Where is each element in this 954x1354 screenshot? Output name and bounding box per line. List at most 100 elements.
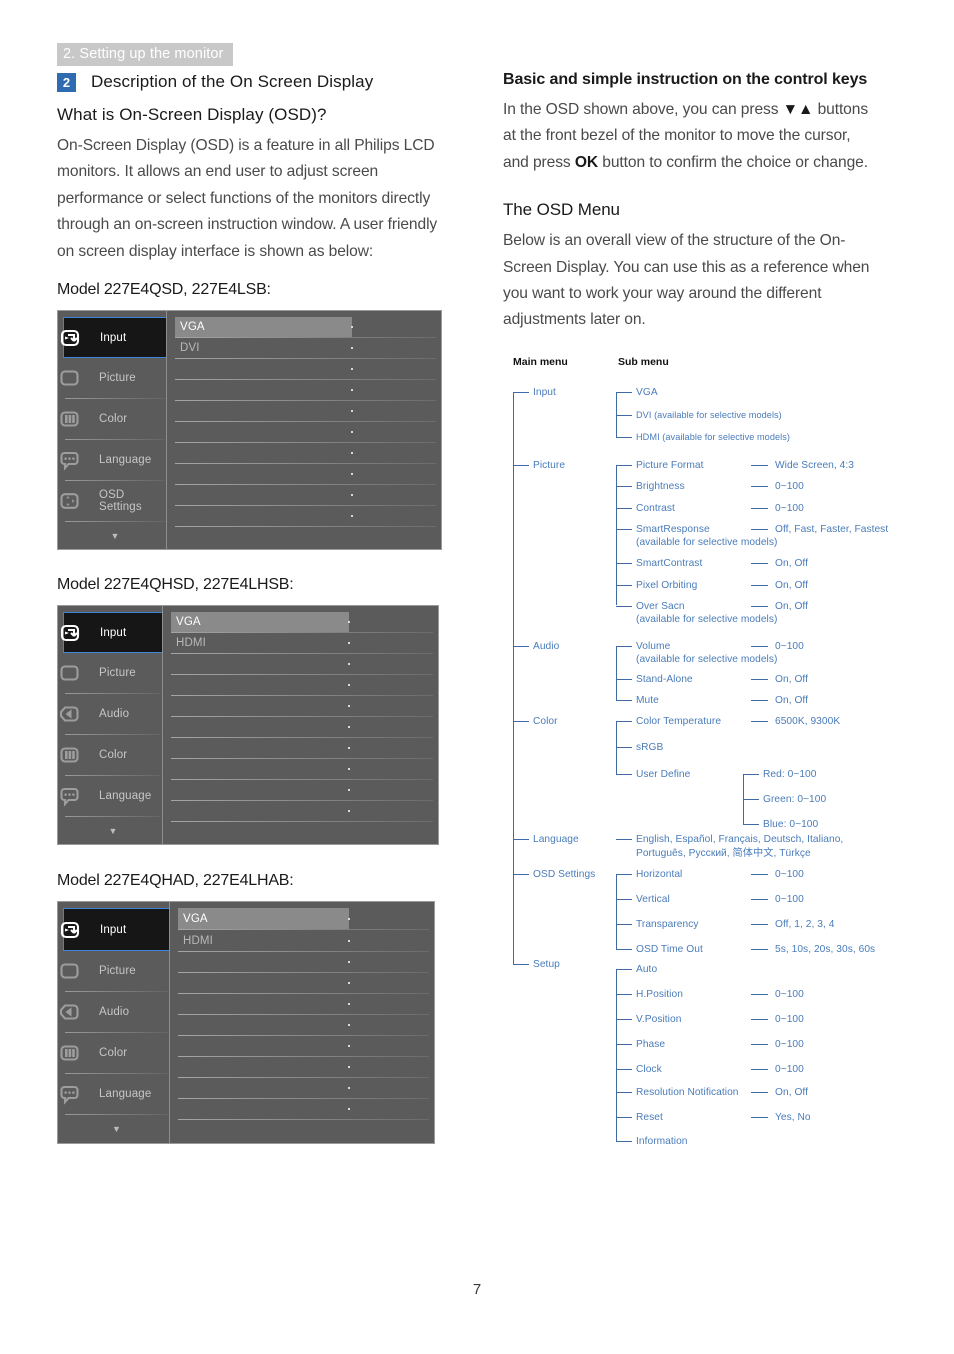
osd-panel-1[interactable]: Input Picture Color Language OSD Setting…	[57, 310, 442, 551]
osd3-row-empty[interactable]	[178, 994, 429, 1014]
osd2-scroll-down-icon[interactable]: ▼	[63, 817, 163, 836]
tree-val-widescreen: Wide Screen, 4:3	[775, 459, 854, 471]
osd3-row-empty[interactable]	[178, 1036, 429, 1056]
tree-sub-contrast: Contrast	[636, 502, 675, 514]
osd2-row-vga[interactable]: VGA	[171, 612, 433, 633]
tree-main-input: Input	[533, 386, 556, 398]
osd3-scroll-down-icon[interactable]: ▼	[63, 1115, 170, 1134]
osd2-nav-audio[interactable]: Audio	[59, 694, 163, 734]
osd-panel-2[interactable]: Input Picture Audio Color Language ▼ VGA…	[57, 605, 439, 846]
osd1-row-dot	[351, 326, 354, 329]
osd3-rowsep-9	[178, 1119, 429, 1121]
osd3-row-empty[interactable]	[178, 973, 429, 993]
osd1-row-empty[interactable]	[175, 401, 436, 421]
osd1-row-vga-label: VGA	[180, 321, 205, 334]
tree-osdsettings-sub-spine	[616, 873, 617, 949]
tree-sub-resolution-notification: Resolution Notification	[636, 1086, 739, 1098]
osd2-nav-input[interactable]: Input	[60, 612, 163, 654]
tree-main-language: Language	[533, 833, 579, 845]
osd1-nav-input[interactable]: Input	[60, 317, 167, 359]
osd1-nav-osd-settings[interactable]: OSD Settings	[60, 481, 167, 521]
osd1-nav-color[interactable]: Color	[60, 399, 167, 439]
tree-sub-osd-time-out: OSD Time Out	[636, 943, 703, 955]
osd3-row-empty[interactable]	[178, 952, 429, 972]
tree-sub-stand-alone: Stand-Alone	[636, 673, 693, 685]
osd1-row-empty[interactable]	[175, 506, 436, 526]
picture-icon	[58, 366, 86, 390]
osd3-nav-input[interactable]: Input	[60, 908, 170, 952]
tree-line-mute	[616, 699, 632, 701]
osd1-nav-picture[interactable]: Picture	[60, 358, 167, 398]
osd2-nav-language[interactable]: Language	[60, 776, 163, 816]
tree-line-standalone	[616, 678, 632, 680]
osd1-row-dvi[interactable]: DVI	[175, 338, 436, 358]
tree-val-brightness: 0~100	[775, 480, 804, 492]
tree-val-blue: Blue: 0~100	[763, 818, 819, 830]
tree-line-colortemp	[616, 720, 632, 722]
tree-main-color: Color	[533, 715, 558, 727]
osd2-nav-color[interactable]: Color	[60, 735, 163, 775]
tree-line-pixelorbiting	[616, 584, 632, 586]
osd3-row-vga-label: VGA	[183, 912, 208, 925]
section-title: Description of the On Screen Display	[91, 72, 374, 91]
osd1-row-dot	[351, 389, 354, 392]
osd3-row-hdmi[interactable]: HDMI	[178, 930, 429, 951]
tree-val-pixel-orbiting: On, Off	[775, 579, 809, 591]
osd3-nav-language[interactable]: Language	[60, 1074, 170, 1114]
osd2-row-empty[interactable]	[171, 717, 433, 737]
osd3-row-empty[interactable]	[178, 1015, 429, 1035]
osd3-nav-audio[interactable]: Audio	[59, 992, 170, 1032]
tree-main-osd-settings: OSD Settings	[533, 868, 596, 880]
osd3-row-empty[interactable]	[178, 1099, 429, 1119]
osd3-nav-picture[interactable]: Picture	[60, 951, 170, 991]
osd3-nav-color[interactable]: Color	[60, 1033, 170, 1073]
osd3-row-dot	[347, 939, 350, 942]
arrow-down-icon: ▼	[782, 101, 798, 118]
tree-line-userdefine	[616, 773, 632, 775]
osd3-row-empty[interactable]	[178, 1057, 429, 1077]
tree-line-vga	[616, 391, 632, 393]
tree-val-color-temperature: 6500K, 9300K	[775, 715, 841, 727]
tree-val-line-vertical	[751, 898, 768, 900]
osd1-row-empty[interactable]	[175, 422, 436, 442]
osd2-nav-picture[interactable]: Picture	[60, 653, 163, 693]
osd2-row-dot	[348, 747, 351, 750]
input-icon	[58, 326, 87, 350]
osd1-row-vga[interactable]: VGA	[175, 317, 436, 338]
tree-val-horizontal: 0~100	[775, 868, 804, 880]
osd1-row-empty[interactable]	[175, 485, 436, 505]
osd2-row-hdmi[interactable]: HDMI	[171, 633, 433, 653]
osd2-row-empty[interactable]	[171, 801, 433, 821]
tree-val-line-smartresponse	[751, 528, 768, 530]
osd2-row-empty[interactable]	[171, 738, 433, 758]
tree-val-smartcontrast: On, Off	[775, 557, 809, 569]
osd-panel-3[interactable]: Input Picture Audio Color Language ▼ VGA…	[57, 901, 435, 1145]
tree-line-smartresponse	[616, 528, 632, 530]
tree-line-green	[743, 798, 759, 800]
osd3-row-empty[interactable]	[178, 1078, 429, 1098]
osd1-nav-language[interactable]: Language	[60, 440, 167, 480]
tree-val-contrast: 0~100	[775, 502, 804, 514]
osd2-row-empty[interactable]	[171, 675, 433, 695]
osd1-row-empty[interactable]	[175, 359, 436, 379]
osd1-row-empty[interactable]	[175, 380, 436, 400]
osd2-row-empty[interactable]	[171, 654, 433, 674]
tree-header-sub: Sub menu	[618, 355, 669, 368]
osd2-row-empty[interactable]	[171, 759, 433, 779]
osd2-row-empty[interactable]	[171, 780, 433, 800]
tree-val-line-mute	[751, 699, 768, 701]
input-icon	[58, 918, 87, 942]
tree-sub-smartcontrast: SmartContrast	[636, 557, 703, 569]
osd1-row-empty[interactable]	[175, 464, 436, 484]
tree-sub-pixel-orbiting: Pixel Orbiting	[636, 579, 698, 591]
osd2-row-empty[interactable]	[171, 696, 433, 716]
osd1-scroll-down-icon[interactable]: ▼	[63, 522, 167, 541]
osd1-row-dot	[351, 410, 354, 413]
input-icon	[58, 621, 87, 645]
osd1-row-empty[interactable]	[175, 443, 436, 463]
tree-sub-srgb: sRGB	[636, 741, 664, 753]
tree-main-setup: Setup	[533, 958, 560, 970]
osd3-row-vga[interactable]: VGA	[178, 908, 429, 930]
osd3-row-dot	[347, 961, 350, 964]
language-icon	[58, 784, 86, 808]
